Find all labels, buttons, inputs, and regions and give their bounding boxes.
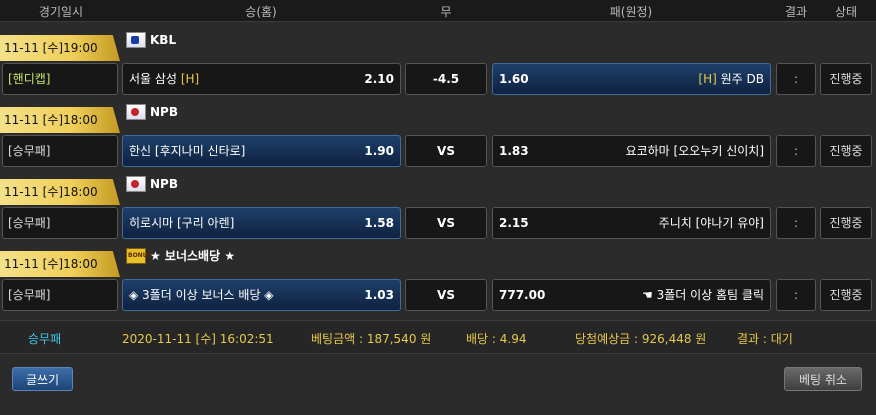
draw-button[interactable]: VS [405, 135, 487, 167]
summary-type: 승무패 [28, 332, 62, 346]
header-result: 결과 [784, 5, 808, 19]
away-team-button[interactable]: 777.00 ☚ 3폴더 이상 홈팀 클릭 [492, 279, 771, 311]
draw-button[interactable]: -4.5 [405, 63, 487, 95]
bet-summary: 승무패 2020-11-11 [수] 16:02:51 베팅금액 : 187,5… [0, 320, 876, 354]
summary-expected-win: 당첨예상금 : 926,448 원 [575, 332, 707, 346]
home-odd: 1.58 [364, 216, 394, 230]
game-row: 11-11 [수]18:00 ★ 보너스배당 ★ [승무패] ◈ 3폴더 이상 … [0, 241, 876, 313]
away-team-name: 원주 DB [720, 72, 764, 86]
home-odd: 1.90 [364, 144, 394, 158]
home-team-name: ◈ 3폴더 이상 보너스 배당 ◈ [129, 288, 274, 302]
game-row: 11-11 [수]18:00 NPB [승무패] 히로시마 [구리 아렌] 1.… [0, 169, 876, 241]
game-datetime: 11-11 [수]19:00 [0, 35, 120, 61]
result-score: : [776, 63, 816, 95]
away-odd: 2.15 [499, 216, 529, 230]
game-datetime: 11-11 [수]18:00 [0, 107, 120, 133]
status-badge: 진행중 [820, 279, 872, 311]
away-team-button[interactable]: 2.15 주니치 [야나기 유야] [492, 207, 771, 239]
bet-type: [승무패] [2, 135, 118, 167]
bonus-icon [126, 248, 152, 264]
result-score: : [776, 135, 816, 167]
league-label: KBL [126, 28, 176, 48]
away-odd: 1.60 [499, 72, 529, 86]
home-team-name: 한신 [후지나미 신타로] [129, 144, 246, 158]
game-datetime: 11-11 [수]18:00 [0, 179, 120, 205]
table-header: 경기일시 승(홈) 무 패(원정) 결과 상태 [0, 0, 876, 22]
game-datetime: 11-11 [수]18:00 [0, 251, 120, 277]
home-mark: [H] [180, 72, 200, 86]
header-date: 경기일시 [38, 5, 84, 19]
summary-result: 결과 : 대기 [737, 332, 793, 346]
kbl-flag-icon [126, 32, 146, 48]
home-odd: 2.10 [364, 72, 394, 86]
summary-odds: 배당 : 4.94 [466, 332, 527, 346]
league-name: ★ 보너스배당 ★ [150, 249, 236, 263]
away-odd: 777.00 [499, 288, 546, 302]
away-team-name: 요코하마 [오오누키 신이치] [625, 144, 764, 158]
japan-flag-icon [126, 104, 146, 120]
result-score: : [776, 207, 816, 239]
status-badge: 진행중 [820, 207, 872, 239]
draw-button[interactable]: VS [405, 207, 487, 239]
league-name: NPB [150, 177, 178, 191]
home-team-name: 서울 삼성 [129, 72, 177, 86]
bet-type: [승무패] [2, 279, 118, 311]
league-label: NPB [126, 172, 178, 192]
home-team-button[interactable]: 한신 [후지나미 신타로] 1.90 [122, 135, 401, 167]
away-mark: [H] [698, 72, 717, 86]
draw-button[interactable]: VS [405, 279, 487, 311]
header-away: 패(원정) [609, 5, 653, 19]
write-button[interactable]: 글쓰기 [12, 367, 73, 391]
summary-time: 2020-11-11 [수] 16:02:51 [122, 332, 274, 346]
home-team-button[interactable]: ◈ 3폴더 이상 보너스 배당 ◈ 1.03 [122, 279, 401, 311]
away-team-name: 주니치 [야나기 유야] [658, 216, 764, 230]
bet-type: [핸디캡] [2, 63, 118, 95]
bet-type: [승무패] [2, 207, 118, 239]
header-draw: 무 [440, 5, 452, 19]
away-team-button[interactable]: 1.83 요코하마 [오오누키 신이치] [492, 135, 771, 167]
cancel-bet-button[interactable]: 베팅 취소 [784, 367, 862, 391]
home-team-name: 히로시마 [구리 아렌] [129, 216, 235, 230]
league-label: NPB [126, 100, 178, 120]
home-team-button[interactable]: 히로시마 [구리 아렌] 1.58 [122, 207, 401, 239]
league-name: KBL [150, 33, 177, 47]
game-row: 11-11 [수]18:00 NPB [승무패] 한신 [후지나미 신타로] 1… [0, 97, 876, 169]
result-score: : [776, 279, 816, 311]
away-team-button[interactable]: 1.60 [H] 원주 DB [492, 63, 771, 95]
league-name: NPB [150, 105, 178, 119]
japan-flag-icon [126, 176, 146, 192]
header-status: 상태 [834, 5, 858, 19]
away-team-name: ☚ 3폴더 이상 홈팀 클릭 [642, 288, 764, 302]
status-badge: 진행중 [820, 63, 872, 95]
summary-bet-amount: 베팅금액 : 187,540 원 [311, 332, 432, 346]
game-row: 11-11 [수]19:00 KBL [핸디캡] 서울 삼성 [H] 2.10 … [0, 25, 876, 97]
league-label: ★ 보너스배당 ★ [126, 244, 235, 264]
home-team-button[interactable]: 서울 삼성 [H] 2.10 [122, 63, 401, 95]
header-home: 승(홈) [245, 5, 277, 19]
status-badge: 진행중 [820, 135, 872, 167]
home-odd: 1.03 [364, 288, 394, 302]
away-odd: 1.83 [499, 144, 529, 158]
